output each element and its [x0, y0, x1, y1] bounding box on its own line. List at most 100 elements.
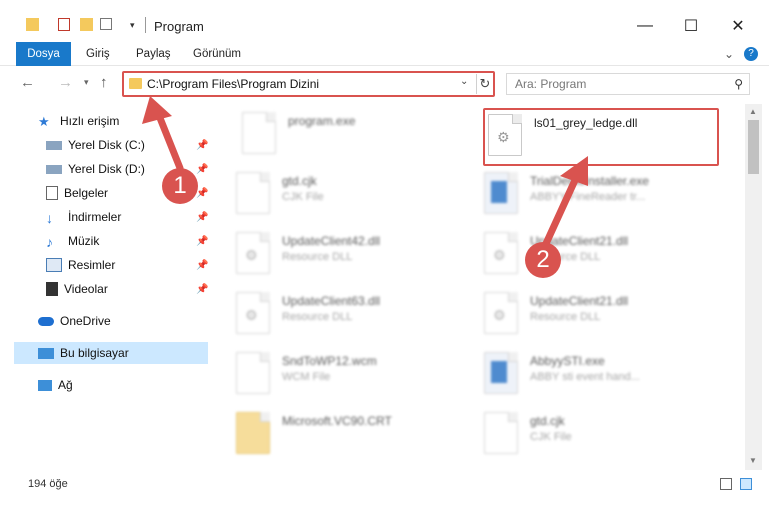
- list-item[interactable]: gtd.cjk CJK File: [236, 168, 476, 224]
- pin-icon[interactable]: 📌: [196, 140, 208, 151]
- sidebar-item-quick-access[interactable]: ★ Hızlı erişim: [38, 110, 119, 132]
- vertical-scrollbar[interactable]: ▲ ▼: [745, 104, 762, 470]
- title-separator: [145, 17, 146, 33]
- ribbon-tabs: Dosya Giriş Paylaş Görünüm ⌄ ?: [0, 40, 769, 66]
- up-arrow-icon[interactable]: ↑: [100, 74, 108, 91]
- file-name: SndToWP12.wcm: [282, 354, 377, 368]
- search-input[interactable]: Ara: Program ⚲: [506, 73, 750, 95]
- sidebar-item-documents[interactable]: Belgeler: [46, 182, 108, 204]
- search-placeholder: Ara: Program: [515, 77, 587, 91]
- file-icon: [236, 172, 270, 214]
- dll-file-icon: ⚙: [488, 114, 522, 156]
- picture-icon: [46, 258, 62, 272]
- sidebar-item-disk-c[interactable]: Yerel Disk (C:): [46, 134, 145, 156]
- file-type: CJK File: [282, 191, 324, 203]
- step-marker-1: 1: [162, 168, 198, 204]
- file-name: UpdateClient63.dll: [282, 294, 381, 308]
- film-icon: [46, 282, 58, 296]
- sidebar-item-label: Müzik: [68, 234, 100, 248]
- item-count: 194 öğe: [28, 478, 68, 490]
- file-type: Resource DLL: [530, 311, 601, 323]
- refresh-icon[interactable]: ↻: [476, 74, 493, 94]
- gear-icon: ⚙: [493, 307, 506, 323]
- drive-icon: [46, 140, 62, 150]
- file-name: gtd.cjk: [530, 414, 565, 428]
- file-name: program.exe: [288, 114, 356, 128]
- drive-icon: [46, 164, 62, 174]
- scroll-down-icon[interactable]: ▼: [749, 456, 757, 465]
- list-item[interactable]: ⚙ UpdateClient42.dll Resource DLL: [236, 228, 476, 284]
- customize-icon[interactable]: [100, 18, 112, 30]
- tab-view[interactable]: Görünüm: [193, 42, 241, 66]
- minimize-button[interactable]: —: [622, 12, 668, 40]
- list-item[interactable]: ⚙ UpdateClient21.dll Resource DLL: [484, 288, 724, 344]
- sidebar-item-onedrive[interactable]: OneDrive: [38, 310, 111, 332]
- search-icon[interactable]: ⚲: [734, 77, 743, 91]
- new-folder-icon[interactable]: [80, 18, 93, 31]
- sidebar-item-label: Resimler: [68, 258, 116, 272]
- maximize-button[interactable]: ☐: [668, 12, 714, 40]
- tab-file[interactable]: Dosya: [16, 42, 71, 66]
- sidebar-item-disk-d[interactable]: Yerel Disk (D:): [46, 158, 145, 180]
- gear-icon: ⚙: [245, 247, 258, 263]
- close-button[interactable]: ✕: [715, 12, 761, 40]
- pin-icon[interactable]: 📌: [196, 188, 208, 199]
- list-item-selected-dll[interactable]: ⚙ ls01_grey_ledge.dll: [488, 110, 728, 166]
- scrollbar-thumb[interactable]: [748, 120, 759, 174]
- sidebar-item-label: Bu bilgisayar: [60, 346, 129, 360]
- dll-file-icon: ⚙: [236, 232, 270, 274]
- list-item[interactable]: ⚙ UpdateClient63.dll Resource DLL: [236, 288, 476, 344]
- address-bar[interactable]: C:\Program Files\Program Dizini ⌄ ↻: [122, 71, 495, 97]
- list-item[interactable]: TrialDemoInstaller.exe ABBYY FineReader …: [484, 168, 724, 224]
- file-type: ABBY sti event hand...: [530, 371, 640, 383]
- pin-icon[interactable]: 📌: [196, 260, 208, 271]
- address-path[interactable]: C:\Program Files\Program Dizini: [147, 77, 319, 91]
- music-note-icon: ♪: [46, 234, 53, 250]
- sidebar-item-music[interactable]: ♪ Müzik: [46, 230, 99, 252]
- chevron-down-icon[interactable]: ▾: [130, 20, 135, 31]
- computer-icon: [38, 347, 54, 359]
- details-view-icon[interactable]: [720, 478, 732, 490]
- cloud-icon: [38, 316, 54, 326]
- help-button[interactable]: ?: [744, 47, 758, 61]
- list-item[interactable]: AbbyySTI.exe ABBY sti event hand...: [484, 348, 724, 404]
- pin-icon[interactable]: 📌: [196, 212, 208, 223]
- tab-share[interactable]: Paylaş: [136, 42, 171, 66]
- file-name: UpdateClient21.dll: [530, 294, 629, 308]
- sidebar-item-label: İndirmeler: [68, 210, 122, 224]
- back-arrow-icon[interactable]: ←: [20, 74, 35, 91]
- pin-icon[interactable]: 📌: [196, 236, 208, 247]
- address-row: ← → ▾ ↑ C:\Program Files\Program Dizini …: [0, 66, 769, 102]
- list-item[interactable]: ⚙ UpdateClient21.dll Resource DLL: [484, 228, 724, 284]
- sidebar-item-videos[interactable]: Videolar: [46, 278, 108, 300]
- recent-locations-icon[interactable]: ▾: [84, 77, 89, 88]
- network-icon: [38, 379, 52, 391]
- file-type: CJK File: [530, 431, 572, 443]
- file-name: gtd.cjk: [282, 174, 317, 188]
- pin-icon[interactable]: 📌: [196, 164, 208, 175]
- file-list: program.exe ⚙ ls01_grey_ledge.dll gtd.cj…: [214, 104, 744, 470]
- list-item[interactable]: Microsoft.VC90.CRT: [236, 408, 476, 464]
- address-dropdown-icon[interactable]: ⌄: [460, 76, 468, 87]
- ribbon-collapse-button[interactable]: ⌄: [724, 42, 734, 66]
- sidebar-item-network[interactable]: Ağ: [38, 374, 73, 396]
- large-icons-view-icon[interactable]: [740, 478, 752, 490]
- gear-icon: ⚙: [245, 307, 258, 323]
- list-item[interactable]: SndToWP12.wcm WCM File: [236, 348, 476, 404]
- dll-file-icon: ⚙: [484, 292, 518, 334]
- status-bar: 194 öğe: [0, 472, 769, 496]
- folder-icon: [236, 412, 270, 454]
- sidebar-item-this-pc[interactable]: Bu bilgisayar: [14, 342, 208, 364]
- list-item[interactable]: gtd.cjk CJK File: [484, 408, 724, 464]
- installer-icon: [484, 172, 518, 214]
- sidebar-item-pictures[interactable]: Resimler: [46, 254, 115, 276]
- list-item[interactable]: program.exe: [242, 108, 482, 164]
- document-icon: [46, 186, 58, 200]
- sidebar-item-downloads[interactable]: ↓ İndirmeler: [46, 206, 121, 228]
- forward-arrow-icon[interactable]: →: [58, 74, 73, 91]
- properties-icon[interactable]: [58, 18, 70, 31]
- file-type: Resource DLL: [282, 251, 353, 263]
- tab-home[interactable]: Giriş: [86, 42, 110, 66]
- scroll-up-icon[interactable]: ▲: [749, 107, 757, 116]
- pin-icon[interactable]: 📌: [196, 284, 208, 295]
